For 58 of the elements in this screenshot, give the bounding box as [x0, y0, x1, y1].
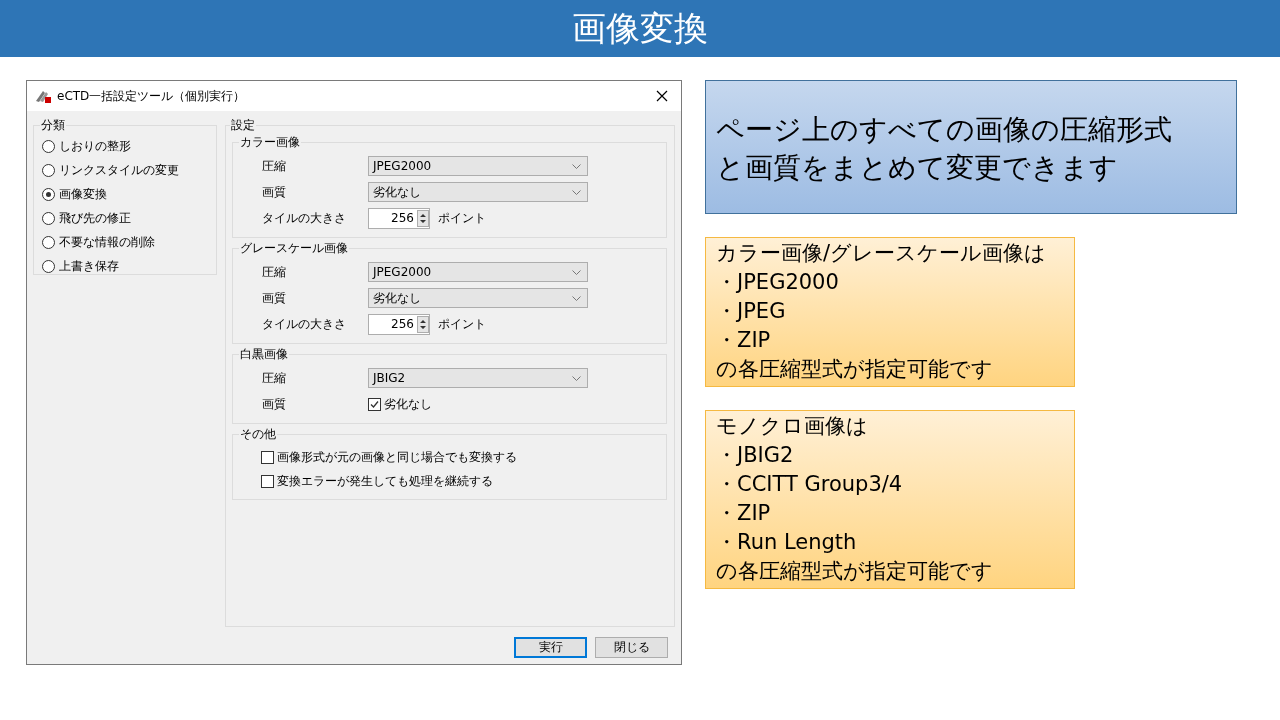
field-label: タイルの大きさ [261, 315, 347, 333]
chevron-icon [572, 375, 581, 381]
callout-text: モノクロ画像は [716, 413, 869, 440]
callout-text: ・JPEG2000 [716, 269, 840, 296]
callout-text: ・Run Length [716, 529, 858, 556]
close-icon[interactable] [656, 90, 668, 102]
group-label: グレースケール画像 [239, 240, 349, 257]
window-title: eCTD一括設定ツール（個別実行） [57, 87, 247, 105]
field-label: 圧縮 [261, 263, 287, 281]
checkbox-option[interactable]: 劣化なし [368, 395, 436, 413]
callout-text: ・JPEG [716, 298, 787, 325]
dropdown[interactable]: 劣化なし [368, 288, 588, 308]
callout-text: の各圧縮型式が指定可能です [716, 356, 994, 383]
group-label: その他 [239, 426, 277, 443]
dialog-button[interactable]: 閉じる [595, 637, 668, 658]
callout-text: ・ZIP [716, 327, 772, 354]
group-label: 設定 [230, 117, 256, 134]
field-label: 圧縮 [261, 369, 287, 387]
dropdown[interactable]: JBIG2 [368, 368, 588, 388]
field-label: 圧縮 [261, 157, 287, 175]
callout-text: カラー画像/グレースケール画像は [716, 240, 1048, 267]
radio-option[interactable]: 画像変換 [42, 182, 208, 206]
group-label: 分類 [40, 117, 66, 134]
checkbox-option[interactable]: 画像形式が元の画像と同じ場合でも変換する [261, 448, 521, 466]
number-field[interactable]: 256 [368, 207, 430, 229]
number-field[interactable]: 256 [368, 313, 430, 335]
dropdown[interactable]: 劣化なし [368, 182, 588, 202]
dropdown[interactable]: JPEG2000 [368, 156, 588, 176]
radio-option[interactable]: 不要な情報の削除 [42, 230, 208, 254]
slide-title: 画像変換 [0, 0, 1280, 57]
spinner-arrows-icon[interactable] [417, 315, 429, 333]
callout-text: ・JBIG2 [716, 442, 795, 469]
spinner-arrows-icon[interactable] [417, 209, 429, 227]
callout-text: ・ZIP [716, 500, 772, 527]
group-label: カラー画像 [239, 134, 301, 151]
callout-text: と画質をまとめて変更できます [716, 150, 1119, 186]
field-label: タイルの大きさ [261, 209, 347, 227]
dialog-button[interactable]: 実行 [514, 637, 587, 658]
group-label: 白黒画像 [239, 346, 289, 363]
radio-option[interactable]: 上書き保存 [42, 254, 208, 278]
app-icon [35, 89, 51, 103]
radio-option[interactable]: 飛び先の修正 [42, 206, 208, 230]
checkbox-option[interactable]: 変換エラーが発生しても処理を継続する [261, 472, 497, 490]
field-label: 画質 [261, 289, 287, 307]
field-label: 画質 [261, 183, 287, 201]
chevron-icon [572, 163, 581, 169]
chevron-icon [572, 189, 581, 195]
radio-option[interactable]: リンクスタイルの変更 [42, 158, 208, 182]
callout-text: の各圧縮型式が指定可能です [716, 558, 994, 585]
unit-label: ポイント [438, 315, 486, 333]
unit-label: ポイント [438, 209, 486, 227]
chevron-icon [572, 295, 581, 301]
radio-option[interactable]: しおりの整形 [42, 134, 208, 158]
callout-text: ・CCITT Group3/4 [716, 471, 904, 498]
chevron-icon [572, 269, 581, 275]
callout-text: ページ上のすべての画像の圧縮形式 [716, 112, 1173, 148]
dropdown[interactable]: JPEG2000 [368, 262, 588, 282]
field-label: 画質 [261, 395, 287, 413]
